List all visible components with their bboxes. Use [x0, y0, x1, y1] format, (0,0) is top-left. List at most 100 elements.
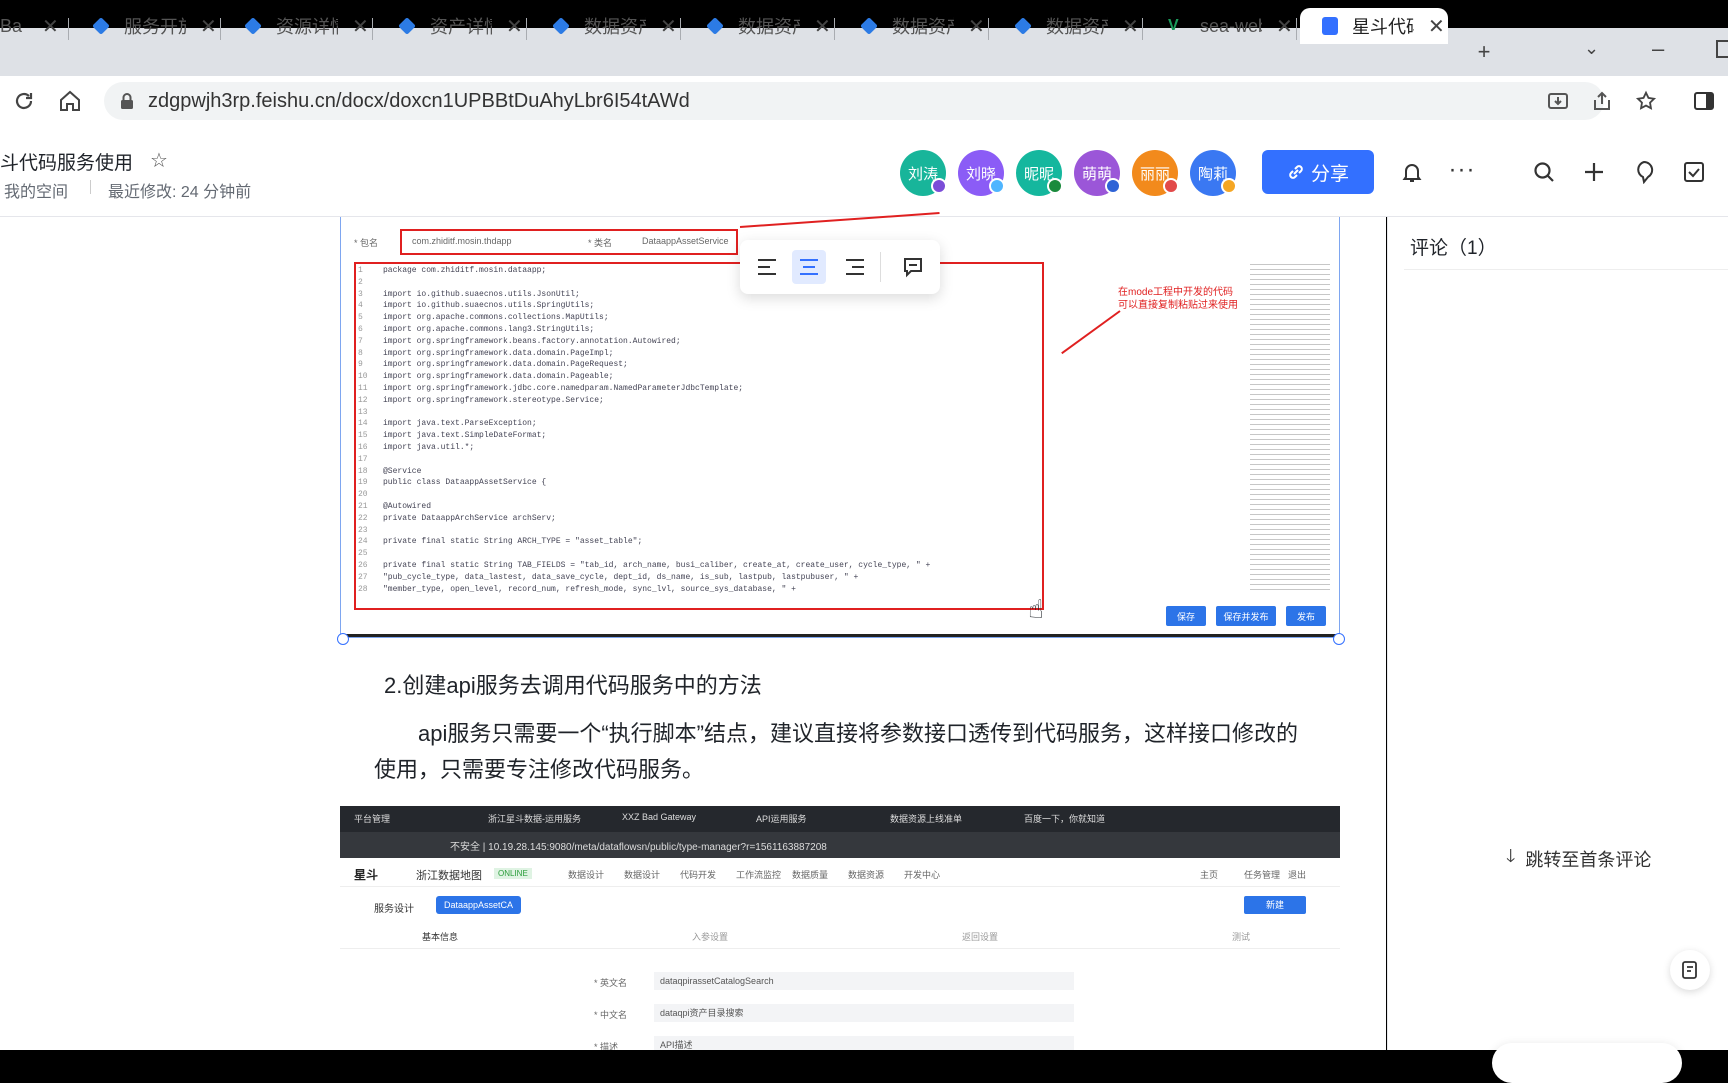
align-center-icon[interactable] — [792, 250, 826, 284]
add-icon[interactable] — [1580, 158, 1608, 186]
maximize-window-icon[interactable] — [1716, 40, 1728, 58]
add-comment-icon[interactable] — [898, 252, 928, 282]
browser-tab[interactable]: 数据资产 ✕ — [684, 8, 832, 44]
tab-separator — [372, 18, 373, 40]
code-line-number: 22 — [358, 513, 368, 523]
inner-create-button: 新建 — [1244, 896, 1306, 914]
section-heading[interactable]: 2.创建api服务去调用代码服务中的方法 — [384, 668, 762, 700]
more-options-icon[interactable]: ··· — [1448, 156, 1476, 184]
browser-tab[interactable]: 数据资产 ✕ — [838, 8, 986, 44]
paragraph-line-2[interactable]: 使用，只需要专注修改代码服务。 — [374, 752, 704, 784]
breadcrumb-space[interactable]: 我的空间 — [4, 178, 68, 202]
code-line-number: 20 — [358, 490, 368, 500]
code-line: import org.springframework.data.domain.P… — [383, 360, 628, 370]
embedded-image-platform[interactable]: 平台管理 浙江星斗数据-运用服务 XXZ Bad Gateway API运用服务 数据资… — [340, 806, 1340, 1050]
inner-menu-item: 数据设计 — [568, 870, 605, 880]
side-panel-icon[interactable] — [1690, 87, 1718, 115]
code-line-number: 21 — [358, 502, 368, 511]
checklist-icon[interactable] — [1680, 158, 1708, 186]
collaborator-avatar[interactable]: 萌萌 — [1074, 150, 1121, 196]
jump-to-first-comment-button[interactable] — [1492, 1043, 1682, 1083]
code-line: private DataappArchService archServ; — [383, 513, 556, 523]
code-line: import io.github.suaecnos.utils.SpringUt… — [383, 301, 595, 311]
close-tab-icon[interactable]: ✕ — [1428, 14, 1445, 39]
browser-tab[interactable]: 数据资产 ✕ — [992, 8, 1140, 44]
close-tab-icon[interactable]: ✕ — [42, 14, 59, 39]
bookmark-star-icon[interactable] — [1632, 87, 1660, 115]
code-line-number: 16 — [358, 443, 368, 452]
presence-dot — [1105, 178, 1121, 194]
omnibox[interactable]: zdgpwjh3rp.feishu.cn/docx/doxcn1UPBBtDuA… — [104, 82, 1604, 120]
lock-icon[interactable] — [120, 93, 134, 115]
code-line: import org.springframework.jdbc.core.nam… — [383, 384, 744, 393]
code-line: import io.github.suaecnos.utils.JsonUtil… — [383, 289, 580, 299]
browser-tab-title: sea-web — [1200, 15, 1262, 36]
comment-bubble-icon[interactable] — [1630, 158, 1658, 186]
close-tab-icon[interactable]: ✕ — [506, 14, 523, 39]
inner-menu-item: 数据质量 — [792, 870, 829, 880]
close-tab-icon[interactable]: ✕ — [814, 14, 831, 39]
favorite-star-icon[interactable]: ☆ — [150, 148, 168, 173]
resize-handle-right[interactable] — [1333, 633, 1345, 645]
address-bar-row: zdgpwjh3rp.feishu.cn/docx/doxcn1UPBBtDuA… — [0, 76, 1728, 126]
collaborator-avatar[interactable]: 刘晓 — [958, 150, 1005, 196]
collaborator-avatar[interactable]: 陶莉 — [1190, 150, 1237, 196]
close-tab-icon[interactable]: ✕ — [1276, 14, 1293, 39]
collaborator-avatar[interactable]: 刘涛 — [900, 150, 947, 196]
resize-handle-left[interactable] — [337, 633, 349, 645]
inner-header-link: 主页 — [1200, 870, 1219, 880]
diamond-icon — [92, 17, 110, 35]
notification-bell-icon[interactable] — [1398, 158, 1426, 186]
browser-tab[interactable]: Ba ✕ — [0, 8, 64, 44]
collaborator-avatar[interactable]: 昵昵 — [1016, 150, 1063, 196]
minimize-window-icon[interactable]: – — [1652, 36, 1664, 62]
align-left-icon[interactable] — [752, 252, 782, 282]
code-line: import org.springframework.stereotype.Se… — [383, 395, 604, 405]
code-line: import org.springframework.beans.factory… — [383, 336, 681, 346]
code-line-number: 9 — [358, 360, 363, 370]
inner-tab: XXZ Bad Gateway — [622, 812, 697, 822]
browser-tab[interactable]: 资产详情 ✕ — [376, 8, 524, 44]
share-label: 分享 — [1310, 163, 1349, 185]
document-outline-icon[interactable] — [1670, 950, 1710, 990]
tab-separator — [988, 18, 989, 40]
browser-tab-title: Ba — [0, 15, 23, 36]
browser-tab[interactable]: 服务开放 ✕ — [70, 8, 218, 44]
close-tab-icon[interactable]: ✕ — [968, 14, 985, 39]
align-right-icon[interactable] — [840, 252, 870, 282]
install-app-icon[interactable] — [1544, 87, 1572, 115]
browser-tab[interactable]: 数据资产 ✕ — [530, 8, 678, 44]
publish-button[interactable]: 发布 — [1286, 606, 1326, 626]
reload-icon[interactable] — [10, 87, 38, 115]
code-line: import org.apache.commons.lang3.StringUt… — [383, 325, 595, 334]
save-publish-button[interactable]: 保存并发布 — [1216, 606, 1276, 626]
close-tab-icon[interactable]: ✕ — [352, 14, 369, 39]
code-line: @Autowired — [383, 502, 432, 511]
collaborator-avatar[interactable]: 丽丽 — [1132, 150, 1179, 196]
close-tab-icon[interactable]: ✕ — [200, 14, 217, 39]
search-icon[interactable] — [1530, 158, 1558, 186]
doc-title[interactable]: 斗代码服务使用 — [0, 148, 133, 175]
code-line: import java.text.SimpleDateFormat; — [383, 431, 547, 441]
inner-step-column: 基本信息 — [422, 932, 459, 942]
paragraph-line-1[interactable]: api服务只需要一个“执行脚本”结点，建议直接将参数接口透传到代码服务，这样接口… — [418, 716, 1298, 748]
share-button[interactable]: 分享 — [1262, 150, 1374, 194]
tab-search-chevron-icon[interactable]: ⌄ — [1584, 38, 1599, 59]
close-tab-icon[interactable]: ✕ — [660, 14, 677, 39]
jump-to-first-comment-label-wrap[interactable]: 🡓 跳转至首条评论 — [1506, 844, 1651, 874]
home-icon[interactable] — [56, 87, 84, 115]
browser-tab[interactable]: Vsea-web ✕ — [1146, 8, 1294, 44]
save-button[interactable]: 保存 — [1166, 606, 1206, 626]
code-line: import org.springframework.data.domain.P… — [383, 372, 614, 382]
browser-tab-title: 服务开放 — [124, 17, 186, 37]
share-page-icon[interactable] — [1588, 87, 1616, 115]
code-line-number: 28 — [358, 584, 368, 594]
class-field: DataappAssetService — [642, 236, 729, 246]
new-tab-button[interactable]: + — [1464, 36, 1504, 68]
browser-tab[interactable]: 资源详情 ✕ — [222, 8, 370, 44]
close-tab-icon[interactable]: ✕ — [1122, 14, 1139, 39]
comment-panel: 评论（1） — [1387, 217, 1728, 1083]
code-line: "member_type, open_level, record_num, re… — [383, 584, 796, 594]
inner-form-value: API描述 — [654, 1036, 1074, 1050]
browser-tab[interactable]: 星斗代码 ✕ — [1300, 8, 1448, 44]
